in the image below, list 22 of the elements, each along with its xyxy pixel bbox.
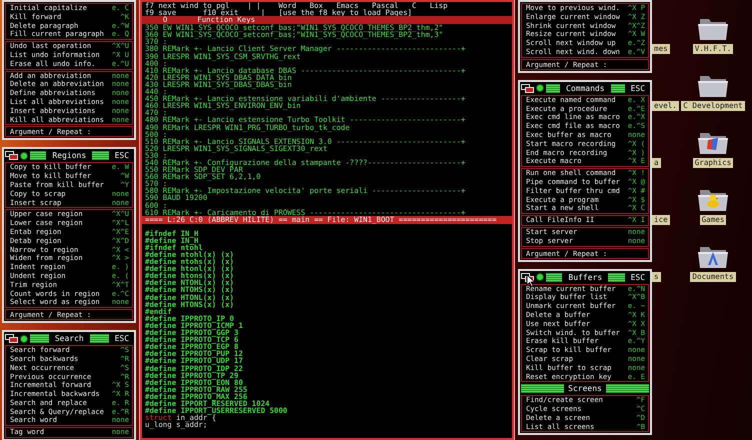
folder-icon[interactable] — [697, 73, 729, 99]
window-menu-icon[interactable] — [521, 84, 534, 93]
stripe-decoration — [606, 384, 649, 394]
stripe-decoration — [546, 272, 562, 282]
status-light-icon — [20, 334, 28, 343]
stripe-decoration — [521, 384, 564, 394]
folder-icon[interactable] — [697, 187, 729, 213]
status-light-icon — [20, 152, 28, 160]
status-light-icon — [536, 273, 544, 282]
folder-icon[interactable] — [697, 130, 729, 156]
stripe-decoration — [610, 84, 625, 93]
stripe-decoration — [30, 151, 46, 160]
stripe-decoration — [90, 334, 109, 344]
window-menu-icon[interactable] — [5, 151, 18, 160]
window-menu-icon[interactable] — [5, 334, 18, 344]
stripe-decoration — [30, 334, 49, 344]
folder-icon[interactable] — [697, 244, 729, 270]
stripe-decoration — [546, 84, 560, 93]
folder-icon[interactable] — [697, 16, 729, 42]
stripe-decoration — [92, 151, 109, 160]
status-light-icon — [536, 84, 544, 92]
stripe-decoration — [608, 272, 625, 282]
